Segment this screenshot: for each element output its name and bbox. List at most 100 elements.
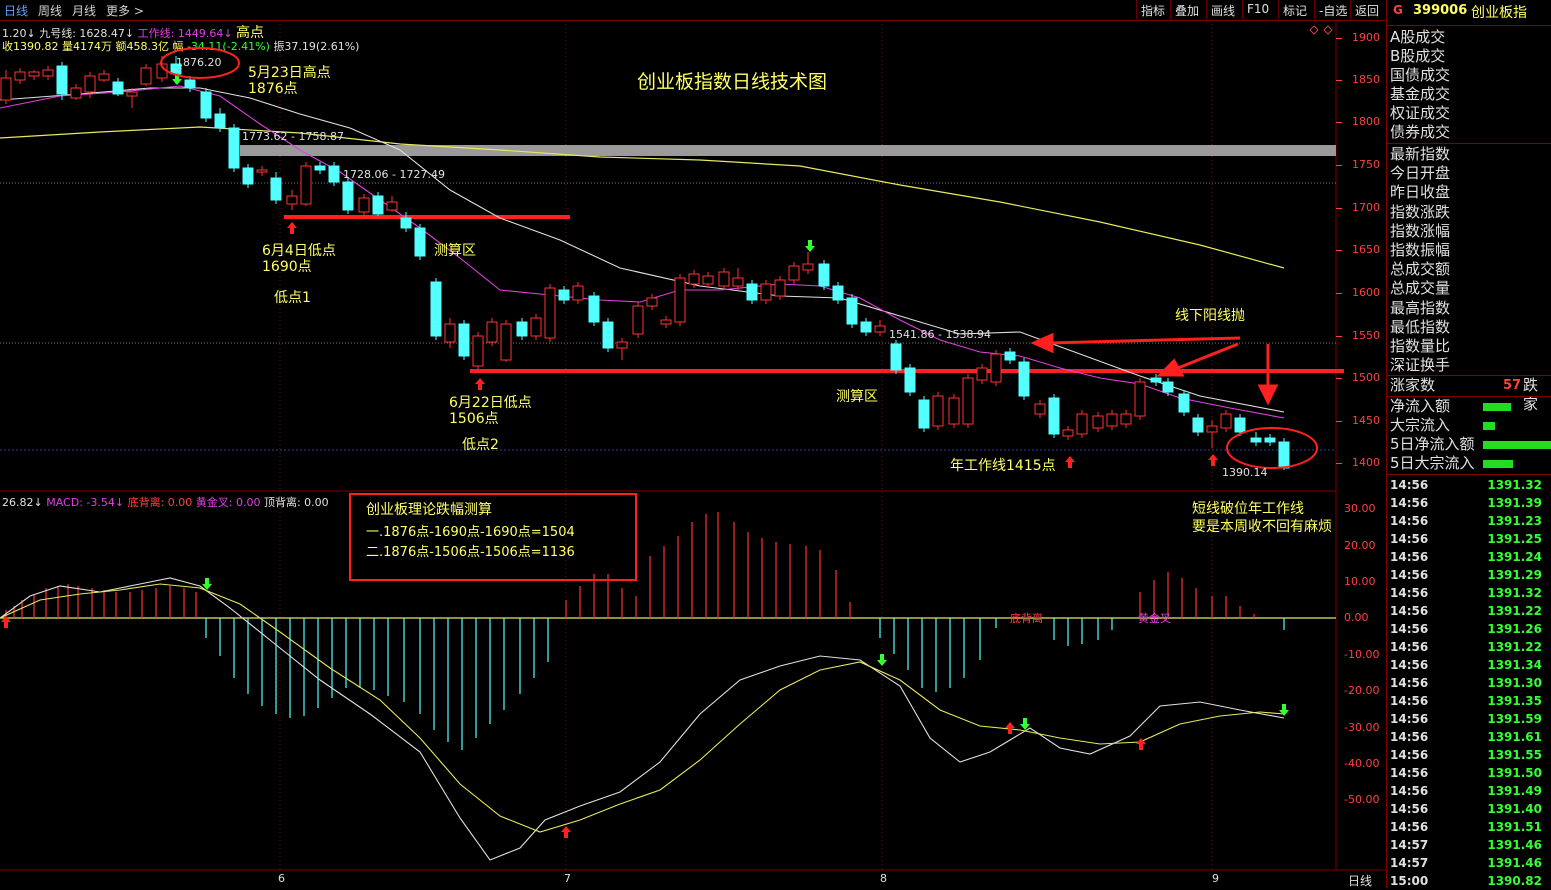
price-tick: 1900 [1352, 31, 1380, 44]
low2-tag: 低点2 [462, 437, 499, 453]
down-count-label: 跌家 [1523, 376, 1539, 413]
red-arrow-marker [561, 826, 571, 838]
candlestick [1034, 400, 1046, 418]
price-tick: 1500 [1352, 371, 1380, 384]
tick-row: 14:56 1391.51 [1390, 818, 1550, 836]
panel-row-label: 昨日收盘 [1390, 183, 1451, 202]
tick-row: 14:56 1391.22 [1390, 602, 1550, 620]
candlestick [458, 320, 470, 360]
tick-time: 14:56 [1390, 748, 1429, 762]
price-tick: 1650 [1352, 243, 1380, 256]
high-value-label: 1876点 [248, 81, 298, 97]
short-break-label-2: 要是本周收不回有麻烦 [1192, 519, 1332, 535]
candlestick [500, 320, 512, 362]
candlestick [962, 374, 974, 428]
candlestick [1278, 438, 1290, 470]
year-line-label: 年工作线1415点 [950, 458, 1056, 474]
candlestick [544, 284, 556, 342]
macd-tick: 0.00 [1344, 611, 1369, 624]
tick-price: 1390.82 [1487, 874, 1542, 888]
tick-price: 1391.49 [1487, 784, 1542, 798]
candlestick [314, 162, 326, 174]
tick-row: 14:56 1391.22 [1390, 638, 1550, 656]
flow-label: 5日净流入额 [1390, 435, 1475, 453]
candlestick [1106, 410, 1118, 430]
candlestick [256, 166, 268, 176]
candlestick [1220, 410, 1232, 432]
panel-row-label: 国债成交 [1390, 66, 1451, 84]
candlestick [1192, 414, 1204, 436]
period-tag[interactable]: 日线 [1348, 872, 1372, 889]
candlestick [98, 70, 110, 82]
low1-tag: 低点1 [274, 290, 311, 306]
zone-label-2: 1728.06 - 1727.49 [343, 168, 445, 181]
tick-price: 1391.50 [1487, 766, 1542, 780]
tick-price: 1391.32 [1487, 478, 1542, 492]
candlestick [1092, 412, 1104, 432]
stock-name: 创业板指 [1471, 5, 1527, 21]
candlestick [242, 164, 254, 188]
tick-row: 14:56 1391.23 [1390, 512, 1550, 530]
candlestick [1062, 426, 1074, 440]
price-tick: 1550 [1352, 329, 1380, 342]
candlestick [846, 294, 858, 328]
tick-price: 1391.55 [1487, 748, 1542, 762]
last-low-label: 1390.14 [1222, 466, 1268, 479]
green-arrow-marker [1020, 718, 1030, 730]
up-count-label: 涨家数 [1390, 376, 1436, 394]
candlestick [572, 282, 584, 304]
tick-time: 14:57 [1390, 856, 1429, 870]
macd-tick: -30.00 [1344, 721, 1380, 734]
tick-row: 14:56 1391.40 [1390, 800, 1550, 818]
panel-row-label: 总成交量 [1390, 279, 1451, 298]
calc-zone-label-1: 测算区 [434, 243, 476, 259]
candlestick [300, 162, 312, 206]
tick-time: 14:56 [1390, 568, 1429, 582]
flow-label: 净流入额 [1390, 397, 1451, 415]
tick-price: 1391.59 [1487, 712, 1542, 726]
panel-row-label: 指数振幅 [1390, 241, 1451, 259]
kline-chart[interactable] [0, 0, 1386, 888]
flow-bar [1483, 422, 1495, 430]
below-line-label: 线下阳线抛 [1175, 308, 1245, 324]
price-tick: 1750 [1352, 158, 1380, 171]
group-tag: G [1393, 3, 1403, 17]
calc-box-line2: 二.1876点-1506点-1506点=1136 [366, 545, 575, 560]
red-arrow-marker [1065, 456, 1075, 468]
candlestick [140, 64, 152, 86]
flow-bar [1483, 460, 1513, 468]
month-label-8: 8 [880, 872, 887, 885]
candlestick [342, 178, 354, 214]
tick-time: 14:56 [1390, 478, 1429, 492]
high-price-label: 1876.20 [176, 56, 222, 69]
macd-tick: -40.00 [1344, 757, 1380, 770]
tick-row: 14:56 1391.32 [1390, 584, 1550, 602]
tick-row: 14:56 1391.24 [1390, 548, 1550, 566]
macd-dif: 26.82↓ [2, 496, 43, 509]
tick-time: 14:56 [1390, 604, 1429, 618]
candlestick [430, 278, 442, 340]
tick-price: 1391.32 [1487, 586, 1542, 600]
tick-time: 14:56 [1390, 658, 1429, 672]
tick-time: 14:56 [1390, 622, 1429, 636]
tick-price: 1391.61 [1487, 730, 1542, 744]
tick-time: 14:56 [1390, 766, 1429, 780]
panel-row-label: 权证成交 [1390, 104, 1451, 122]
candlestick [860, 318, 872, 336]
tick-time: 14:56 [1390, 532, 1429, 546]
panel-row-label: A股成交 [1390, 28, 1446, 46]
tick-price: 1391.25 [1487, 532, 1542, 546]
macd-value: MACD: -3.54↓ [46, 496, 125, 509]
tick-price: 1391.34 [1487, 658, 1542, 672]
panel-row-label: 指数涨幅 [1390, 221, 1451, 240]
candlestick [918, 396, 930, 432]
calc-zone-label-2: 测算区 [836, 389, 878, 405]
candlestick [976, 364, 988, 384]
candlestick [732, 268, 744, 290]
flow-bar [1483, 403, 1511, 411]
candlestick [1134, 378, 1146, 420]
tick-time: 14:57 [1390, 838, 1429, 852]
macd-tick: 10.00 [1344, 575, 1376, 588]
candlestick [760, 280, 772, 304]
tick-row: 14:56 1391.59 [1390, 710, 1550, 728]
